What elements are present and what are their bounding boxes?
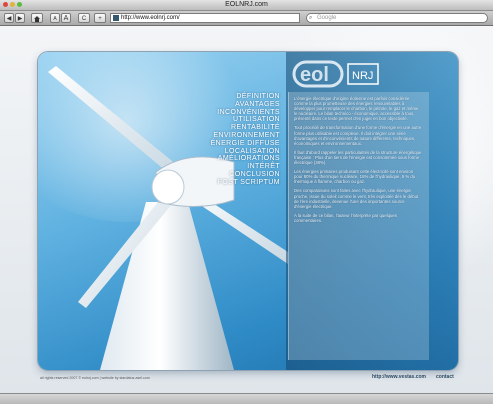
eolnrj-logo: eol NRJ [292, 60, 379, 88]
window-title: EOLNRJ.com [225, 1, 268, 8]
address-bar[interactable]: http://www.eolnrj.com/ [110, 13, 300, 23]
article-paragraph: L'énergie électrique d'origine éolienne … [294, 96, 419, 122]
menu-item-conclusion[interactable]: Conclusion [188, 171, 280, 179]
search-placeholder: Google [317, 15, 337, 21]
browser-toolbar: ◀ ▶ A A C + http://www.eolnrj.com/ ⌕ Goo… [0, 11, 493, 26]
article-paragraph: Tout procédé de transformation d'une for… [294, 125, 422, 146]
web-page: eol NRJ Définition Avantages Inconvénien… [0, 26, 493, 393]
search-field[interactable]: ⌕ Google [306, 13, 488, 23]
home-button[interactable] [31, 13, 43, 23]
menu-item-rentabilite[interactable]: Rentabilité [188, 124, 280, 132]
address-bar-value: http://www.eolnrj.com/ [121, 15, 180, 21]
contact-link[interactable]: contact [436, 374, 454, 380]
window-titlebar: EOLNRJ.com [0, 0, 493, 11]
menu-item-ameliorations[interactable]: Améliorations [188, 155, 280, 163]
home-icon [34, 16, 40, 22]
article-text: L'énergie électrique d'origine éolienne … [294, 96, 422, 227]
menu-item-energie-diffuse[interactable]: Énergie diffuse [188, 140, 280, 148]
partner-link[interactable]: http://www.vestas.com [372, 374, 426, 380]
back-button[interactable]: ◀ [4, 13, 14, 23]
menu-item-post-scriptum[interactable]: Post scriptum [188, 179, 280, 187]
menu-item-avantages[interactable]: Avantages [188, 101, 280, 109]
article-paragraph: Des comparaisons sont faites avec l'hydr… [294, 188, 419, 209]
article-paragraph: Les énergies primaires produisant cette … [294, 169, 416, 185]
hero-panel: eol NRJ Définition Avantages Inconvénien… [38, 52, 458, 370]
menu-item-environnement[interactable]: Environnement [188, 132, 280, 140]
reload-button[interactable]: C [78, 13, 90, 23]
article-paragraph: Il faut d'abord rappeler les particulari… [294, 149, 422, 166]
site-favicon-icon [113, 15, 119, 21]
article-paragraph: A la suite de ce bilan, l'auteur l'inter… [294, 212, 397, 223]
search-icon: ⌕ [309, 15, 313, 21]
text-smaller-button[interactable]: A [50, 13, 60, 23]
copyright-text: all rights reserved 2007 © eolnrj.com | … [40, 376, 150, 380]
text-larger-button[interactable]: A [61, 13, 71, 23]
forward-button[interactable]: ▶ [15, 13, 25, 23]
add-bookmark-button[interactable]: + [94, 13, 106, 23]
window-bottom-bar [0, 393, 493, 404]
svg-text:NRJ: NRJ [352, 70, 373, 82]
menu-item-interet[interactable]: Intérêt [188, 163, 280, 171]
menu-item-definition[interactable]: Définition [188, 93, 280, 101]
main-menu: Définition Avantages Inconvénients Utili… [188, 93, 280, 187]
svg-text:eol: eol [300, 64, 329, 86]
